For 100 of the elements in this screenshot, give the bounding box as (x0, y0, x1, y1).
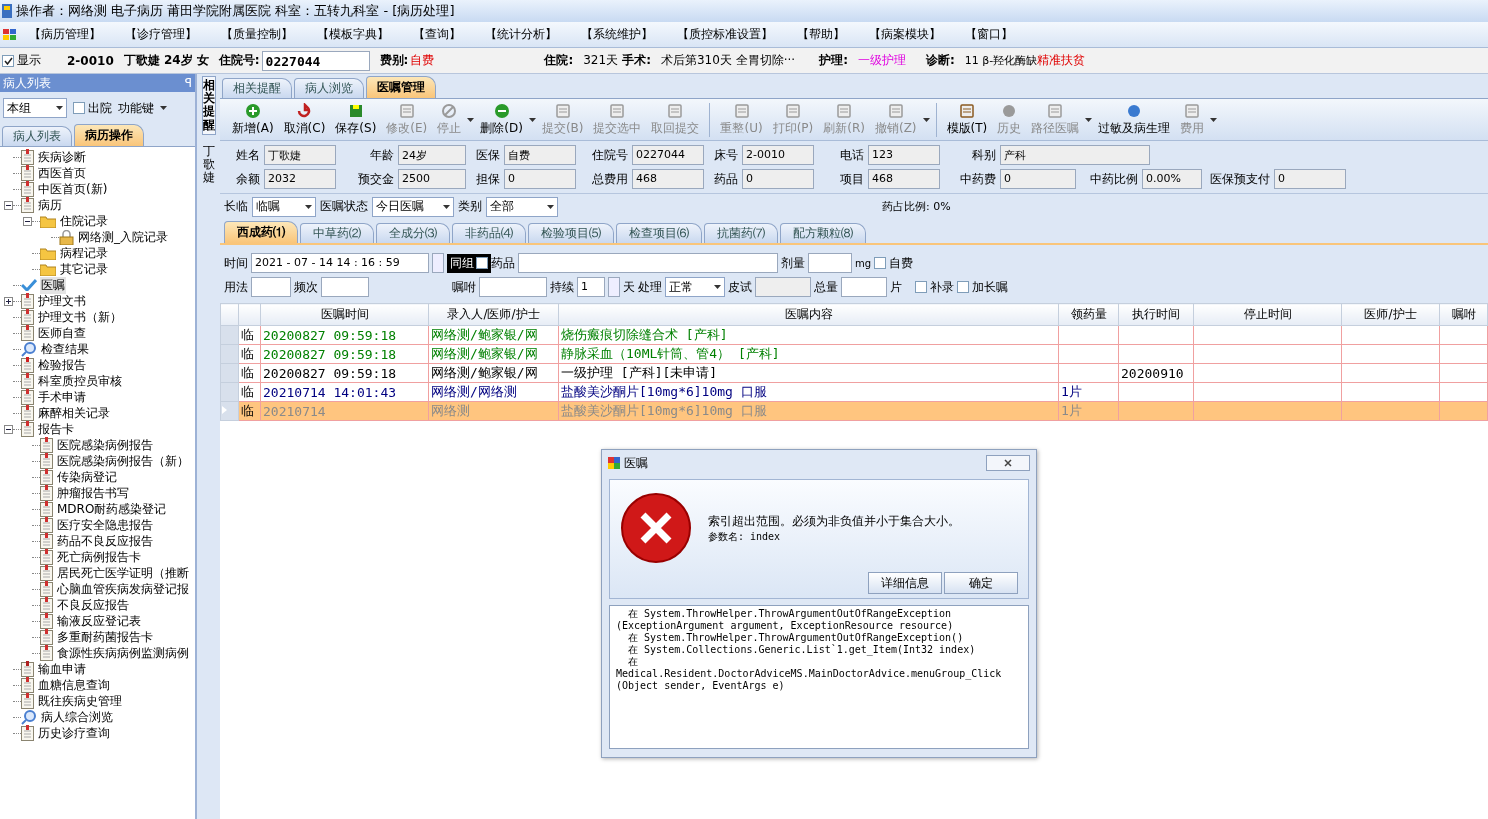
note-field[interactable] (479, 277, 547, 297)
column-header[interactable]: 医师/护士 (1341, 303, 1440, 326)
dropdown-caret-icon[interactable] (528, 117, 536, 122)
dose-field[interactable] (808, 253, 852, 273)
process-select[interactable]: 正常 (665, 277, 725, 297)
frequency-field[interactable] (321, 277, 369, 297)
side-tab[interactable]: 相关提醒 (201, 76, 216, 135)
menu-item[interactable]: 【质控标准设置】 (665, 26, 785, 43)
dialog-button[interactable]: 详细信息 (868, 572, 942, 594)
app-menu-icon[interactable] (3, 28, 17, 41)
category-tab[interactable]: 检验项目⑸ (528, 223, 614, 243)
caret-icon[interactable] (547, 204, 554, 209)
column-header[interactable]: 医嘱内容 (558, 303, 1059, 326)
category-tab[interactable]: 全成分⑶ (376, 223, 450, 243)
duration-field[interactable]: 1 (577, 277, 605, 297)
menu-item[interactable]: 【系统维护】 (569, 26, 665, 43)
tree-item[interactable]: 输液反应登记表 (56, 612, 142, 630)
tree-item[interactable]: 检验报告 (37, 356, 87, 374)
tree-item[interactable]: 传染病登记 (56, 468, 118, 486)
expand-toggle[interactable] (4, 296, 13, 306)
tree-item[interactable]: 心脑血管疾病发病登记报 (56, 580, 190, 598)
caret-icon[interactable] (305, 204, 312, 209)
tree-item[interactable]: 手术申请 (37, 388, 87, 406)
toolbar-button[interactable]: 模版(T) (942, 100, 992, 139)
caret-icon[interactable] (714, 285, 721, 289)
tab[interactable]: 相关提醒 (222, 78, 292, 98)
tree-item[interactable]: 护理文书（新） (37, 308, 123, 326)
tree-item[interactable]: 病历 (37, 196, 63, 214)
menu-item[interactable]: 【查询】 (401, 26, 473, 43)
tree-item[interactable]: 药品不良反应报告 (56, 532, 154, 550)
tree-item[interactable]: 检查结果 (40, 340, 90, 358)
menu-item[interactable]: 【统计分析】 (473, 26, 569, 43)
toolbar-button[interactable]: 删除(D) (476, 100, 527, 139)
group-checkbox[interactable] (476, 257, 488, 269)
tree-item[interactable]: 疾病诊断 (37, 148, 87, 166)
menu-item[interactable]: 【病案模块】 (857, 26, 953, 43)
category-tab[interactable]: 中草药⑵ (300, 223, 374, 243)
category-tab[interactable]: 配方颗粒⑻ (780, 223, 866, 243)
extend-checkbox[interactable] (957, 281, 969, 293)
show-checkbox[interactable] (2, 54, 14, 67)
drug-field[interactable] (518, 253, 778, 273)
tree-item[interactable]: 病程记录 (59, 244, 109, 262)
dialog-button[interactable]: 确定 (944, 572, 1018, 594)
panel-tab[interactable]: 病历操作 (74, 124, 144, 146)
close-button[interactable] (986, 455, 1030, 471)
toolbar-button[interactable]: 过敏及病生理 (1094, 100, 1175, 139)
column-header[interactable]: 执行时间 (1118, 303, 1194, 326)
tree-item[interactable]: 血糖信息查询 (37, 676, 111, 694)
tree-item[interactable]: 网络测_入院记录 (77, 228, 169, 246)
expand-toggle[interactable] (23, 216, 32, 226)
column-header[interactable]: 录入人/医师/护士 (428, 303, 559, 326)
tree-item[interactable]: 病人综合浏览 (40, 708, 114, 726)
toolbar-button[interactable]: 取消(C) (279, 100, 330, 139)
tree-item[interactable]: 居民死亡医学证明（推断 (56, 564, 190, 582)
panel-tab[interactable]: 病人列表 (2, 126, 72, 146)
caret-icon[interactable] (443, 204, 450, 209)
category-tab[interactable]: 西成药⑴ (224, 221, 298, 243)
tree-item[interactable]: 不良反应报告 (56, 596, 130, 614)
filter-select[interactable]: 临嘱 (252, 196, 316, 217)
caret-icon[interactable] (56, 106, 63, 110)
menu-item[interactable]: 【诊疗管理】 (113, 26, 209, 43)
toolbar-button[interactable]: 保存(S) (331, 100, 381, 139)
tree-item[interactable]: 历史诊疗查询 (37, 724, 111, 742)
column-header[interactable]: 领药量 (1058, 303, 1119, 326)
tree-item[interactable]: 科室质控员审核 (37, 372, 123, 390)
function-key-menu[interactable]: 功能键 (118, 99, 167, 117)
total-field[interactable] (841, 277, 887, 297)
tree-item[interactable]: 中医首页(新) (37, 180, 109, 198)
self-pay-checkbox[interactable] (874, 257, 887, 269)
tree-item[interactable]: 医疗安全隐患报告 (56, 516, 154, 534)
tree-item[interactable]: MDRO耐药感染登记 (56, 500, 168, 518)
tree-item[interactable]: 既往疾病史管理 (37, 692, 123, 710)
discharged-checkbox[interactable] (73, 102, 85, 114)
tree-item[interactable]: 食源性疾病病例监测病例 (56, 644, 190, 662)
filter-select[interactable]: 全部 (486, 196, 558, 217)
admission-field[interactable]: 0227044 (261, 50, 370, 71)
menu-item[interactable]: 【质量控制】 (209, 26, 305, 43)
tree-item[interactable]: 护理文书 (37, 292, 87, 310)
tree-item[interactable]: 医院感染病例报告 (56, 436, 154, 454)
caret-icon[interactable] (160, 106, 167, 110)
tree-item[interactable]: 医师自查 (37, 324, 87, 342)
tree-item[interactable]: 其它记录 (59, 260, 109, 278)
tree-item[interactable]: 肿瘤报告书写 (56, 484, 130, 502)
menu-item[interactable]: 【病历管理】 (17, 26, 113, 43)
filter-select[interactable]: 今日医嘱 (372, 196, 454, 217)
category-tab[interactable]: 非药品⑷ (452, 223, 526, 243)
tree-item[interactable]: 麻醉相关记录 (37, 404, 111, 422)
toolbar-button[interactable]: 新增(A) (228, 100, 278, 139)
tree-item[interactable]: 死亡病例报告卡 (56, 548, 142, 566)
skin-test-field[interactable] (755, 277, 811, 297)
tree-item[interactable]: 多重耐药菌报告卡 (56, 628, 154, 646)
expand-toggle[interactable] (4, 424, 13, 434)
tree-item[interactable]: 医院感染病例报告（新） (56, 452, 190, 470)
group-toggle[interactable]: 同组 (447, 253, 491, 273)
category-tab[interactable]: 检查项目⑹ (616, 223, 702, 243)
tab[interactable]: 医嘱管理 (366, 76, 436, 98)
tree-item[interactable]: 报告卡 (37, 420, 75, 438)
category-tab[interactable]: 抗菌药⑺ (704, 223, 778, 243)
supplement-checkbox[interactable] (915, 281, 927, 293)
column-header[interactable]: 医嘱时间 (260, 303, 429, 326)
